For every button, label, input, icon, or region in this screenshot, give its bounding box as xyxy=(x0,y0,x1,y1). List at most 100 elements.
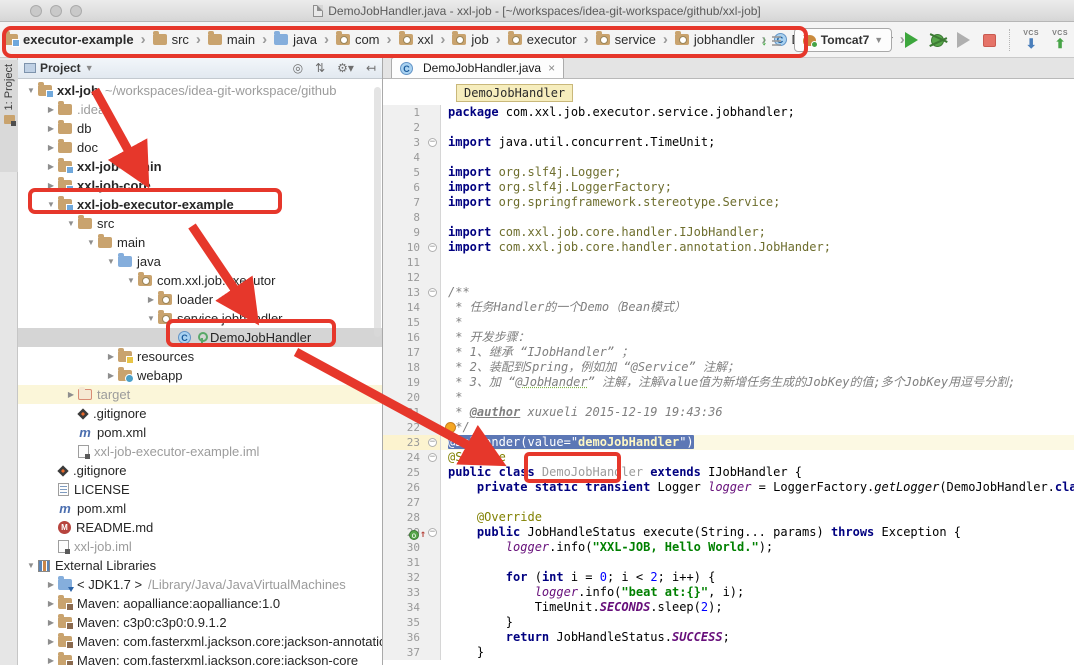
crumb-job[interactable]: job xyxy=(452,32,488,47)
code-line-15[interactable]: 15 * xyxy=(383,315,1074,330)
tree-row--gitignore[interactable]: .gitignore xyxy=(18,461,382,480)
tree-row-maven-c3p0-c3p0-0-9-1-2[interactable]: ▶Maven: c3p0:c3p0:0.9.1.2 xyxy=(18,613,382,632)
tree-row-xxl-job-executor-example-iml[interactable]: xxl-job-executor-example.iml xyxy=(18,442,382,461)
crumb-com[interactable]: com xyxy=(336,32,380,47)
code-line-20[interactable]: 20 * xyxy=(383,390,1074,405)
fold-icon[interactable]: − xyxy=(428,528,437,537)
tree-row-xxl-job[interactable]: ▼xxl-job~/workspaces/idea-git-workspace/… xyxy=(18,81,382,100)
tree-row-external-libraries[interactable]: ▼External Libraries xyxy=(18,556,382,575)
line-number[interactable]: 34 xyxy=(383,600,441,615)
crumb-java[interactable]: java xyxy=(274,32,317,47)
navigate-down-icon[interactable]: ↓ xyxy=(761,32,768,48)
code-line-30[interactable]: 30 logger.info("XXL-JOB, Hello World."); xyxy=(383,540,1074,555)
crumb-executor[interactable]: executor xyxy=(508,32,577,47)
line-number[interactable]: 9 xyxy=(383,225,441,240)
tree-row-xxl-job-admin[interactable]: ▶xxl-job-admin xyxy=(18,157,382,176)
code-line-4[interactable]: 4 xyxy=(383,150,1074,165)
line-number[interactable]: 29−o↑ xyxy=(383,525,441,540)
code-line-3[interactable]: 3−import java.util.concurrent.TimeUnit; xyxy=(383,135,1074,150)
intention-bulb-icon[interactable] xyxy=(445,422,456,433)
code-line-13[interactable]: 13−/** xyxy=(383,285,1074,300)
line-number[interactable]: 6 xyxy=(383,180,441,195)
tree-row-loader[interactable]: ▶loader xyxy=(18,290,382,309)
code-line-6[interactable]: 6import org.slf4j.LoggerFactory; xyxy=(383,180,1074,195)
zoom-window-button[interactable] xyxy=(70,5,82,17)
line-number[interactable]: 30 xyxy=(383,540,441,555)
fold-icon[interactable]: − xyxy=(428,453,437,462)
tree-closed-arrow-icon[interactable]: ▶ xyxy=(44,100,58,119)
tree-closed-arrow-icon[interactable]: ▶ xyxy=(44,138,58,157)
line-number[interactable]: 37 xyxy=(383,645,441,660)
code-line-34[interactable]: 34 TimeUnit.SECONDS.sleep(2); xyxy=(383,600,1074,615)
tree-open-arrow-icon[interactable]: ▼ xyxy=(24,81,38,100)
minimize-window-button[interactable] xyxy=(50,5,62,17)
line-number[interactable]: 33 xyxy=(383,585,441,600)
tree-open-arrow-icon[interactable]: ▼ xyxy=(84,233,98,252)
tree-row-demojobhandler[interactable]: CDemoJobHandler xyxy=(18,328,382,347)
code-line-22[interactable]: 22 */ xyxy=(383,420,1074,435)
code-line-29[interactable]: 29−o↑ public JobHandleStatus execute(Str… xyxy=(383,525,1074,540)
tree-row-xxl-job-core[interactable]: ▶xxl-job-core xyxy=(18,176,382,195)
line-number[interactable]: 28 xyxy=(383,510,441,525)
crumb-xxl[interactable]: xxl xyxy=(399,32,434,47)
tree-row-xxl-job-executor-example[interactable]: ▼xxl-job-executor-example xyxy=(18,195,382,214)
crumb-src[interactable]: src xyxy=(153,32,189,47)
tree-closed-arrow-icon[interactable]: ▶ xyxy=(44,176,58,195)
settings-gear-button[interactable]: ⚙▾ xyxy=(337,61,354,75)
code-area[interactable]: 1package com.xxl.job.executor.service.jo… xyxy=(383,105,1074,665)
line-number[interactable]: 13− xyxy=(383,285,441,300)
tree-row-readme-md[interactable]: MREADME.md xyxy=(18,518,382,537)
code-line-17[interactable]: 17 * 1、继承 “IJobHandler” ； xyxy=(383,345,1074,360)
tree-row-maven-com-fasterxml-jackson-core-jackson-core[interactable]: ▶Maven: com.fasterxml.jackson.core:jacks… xyxy=(18,651,382,665)
tree-open-arrow-icon[interactable]: ▼ xyxy=(144,309,158,328)
code-line-16[interactable]: 16 * 开发步骤： xyxy=(383,330,1074,345)
tree-closed-arrow-icon[interactable]: ▶ xyxy=(44,613,58,632)
tree-closed-arrow-icon[interactable]: ▶ xyxy=(44,651,58,665)
split-button[interactable]: ⇅ xyxy=(315,61,325,75)
code-line-5[interactable]: 5import org.slf4j.Logger; xyxy=(383,165,1074,180)
tree-closed-arrow-icon[interactable]: ▶ xyxy=(44,594,58,613)
line-number[interactable]: 7 xyxy=(383,195,441,210)
tree-row-src[interactable]: ▼src xyxy=(18,214,382,233)
line-number[interactable]: 18 xyxy=(383,360,441,375)
line-number[interactable]: 5 xyxy=(383,165,441,180)
fold-icon[interactable]: − xyxy=(428,243,437,252)
tree-closed-arrow-icon[interactable]: ▶ xyxy=(44,119,58,138)
fold-icon[interactable]: − xyxy=(428,438,437,447)
code-line-24[interactable]: 24−@Service xyxy=(383,450,1074,465)
line-number[interactable]: 11 xyxy=(383,255,441,270)
line-number[interactable]: 20 xyxy=(383,390,441,405)
project-view-selector[interactable]: Project ▼ xyxy=(24,61,94,75)
tree-row-webapp[interactable]: ▶webapp xyxy=(18,366,382,385)
tree-row-maven-com-fasterxml-jackson-core-jackson-annotations[interactable]: ▶Maven: com.fasterxml.jackson.core:jacks… xyxy=(18,632,382,651)
line-number[interactable]: 8 xyxy=(383,210,441,225)
tree-row-db[interactable]: ▶db xyxy=(18,119,382,138)
line-number[interactable]: 19 xyxy=(383,375,441,390)
fold-icon[interactable]: − xyxy=(428,138,437,147)
tree-closed-arrow-icon[interactable]: ▶ xyxy=(104,366,118,385)
tree-scrollbar[interactable] xyxy=(374,87,381,337)
fold-icon[interactable]: − xyxy=(428,288,437,297)
tree-open-arrow-icon[interactable]: ▼ xyxy=(64,214,78,233)
code-line-32[interactable]: 32 for (int i = 0; i < 2; i++) { xyxy=(383,570,1074,585)
tree-row-pom-xml[interactable]: mpom.xml xyxy=(18,423,382,442)
code-line-33[interactable]: 33 logger.info("beat at:{}", i); xyxy=(383,585,1074,600)
line-number[interactable]: 26 xyxy=(383,480,441,495)
code-line-37[interactable]: 37 } xyxy=(383,645,1074,660)
tree-open-arrow-icon[interactable]: ▼ xyxy=(24,556,38,575)
tree-row-license[interactable]: LICENSE xyxy=(18,480,382,499)
code-line-27[interactable]: 27 xyxy=(383,495,1074,510)
code-line-23[interactable]: 23−@JobHander(value="demoJobHandler") xyxy=(383,435,1074,450)
tree-closed-arrow-icon[interactable]: ▶ xyxy=(44,632,58,651)
code-line-9[interactable]: 9import com.xxl.job.core.handler.IJobHan… xyxy=(383,225,1074,240)
code-line-18[interactable]: 18 * 2、装配到Spring，例如加 “@Service” 注解； xyxy=(383,360,1074,375)
line-number[interactable]: 17 xyxy=(383,345,441,360)
collapse-panel-button[interactable]: ↤ xyxy=(366,61,376,75)
code-line-1[interactable]: 1package com.xxl.job.executor.service.jo… xyxy=(383,105,1074,120)
line-number[interactable]: 25 xyxy=(383,465,441,480)
line-number[interactable]: 1 xyxy=(383,105,441,120)
line-number[interactable]: 32 xyxy=(383,570,441,585)
code-line-2[interactable]: 2 xyxy=(383,120,1074,135)
line-number[interactable]: 2 xyxy=(383,120,441,135)
line-number[interactable]: 31 xyxy=(383,555,441,570)
